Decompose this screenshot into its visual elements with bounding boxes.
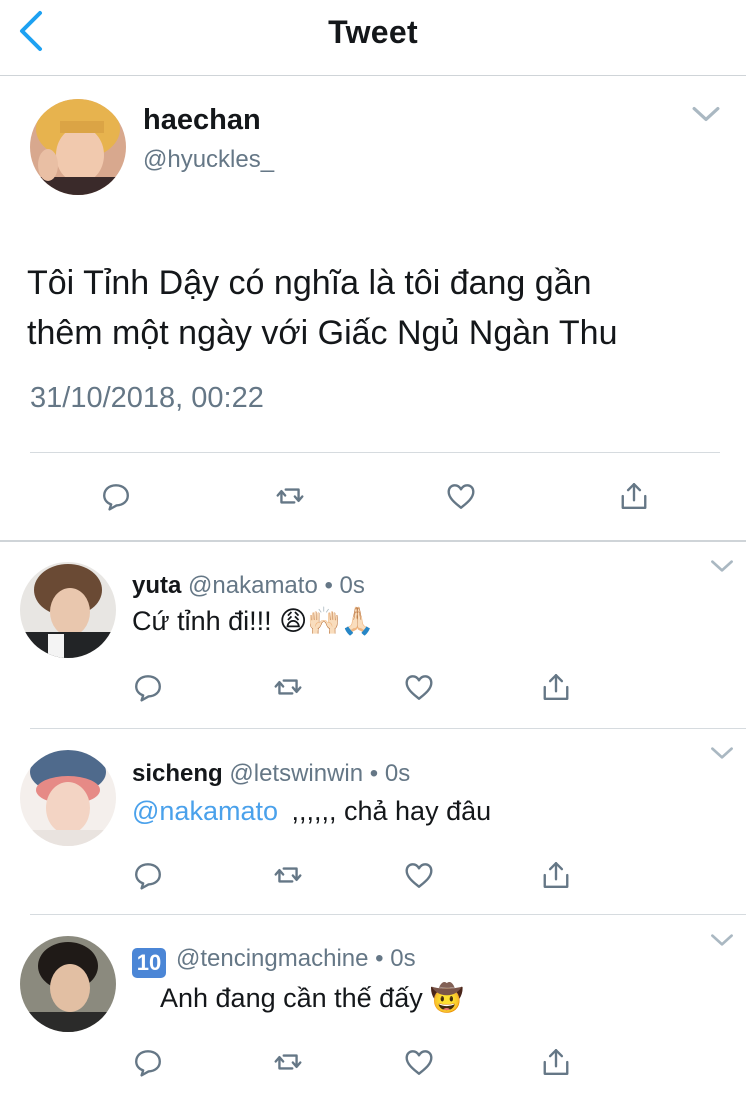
separator-dot: • — [324, 572, 333, 599]
chevron-down-icon — [710, 933, 734, 952]
author-handle[interactable]: @hyuckles_ — [143, 146, 274, 174]
reply-author-handle[interactable]: @letswinwin — [229, 760, 363, 787]
share-button[interactable] — [612, 474, 656, 518]
reply-text: Anh đang cần thế đấy 🤠 — [160, 983, 464, 1013]
reply-icon — [133, 1047, 163, 1077]
retweet-button[interactable] — [268, 474, 312, 518]
like-icon — [404, 1047, 434, 1077]
reply-text-body: ,,,,,, chả hay đâu — [291, 796, 492, 826]
like-button[interactable] — [397, 665, 441, 709]
reply-author-name[interactable]: sicheng — [132, 760, 223, 787]
avatar-tencingmachine[interactable] — [20, 936, 116, 1032]
top-bar: Tweet — [0, 0, 746, 76]
like-icon — [404, 672, 434, 702]
tweet-text-line: Tôi Tỉnh Dậy có nghĩa là tôi đang gần — [27, 264, 592, 302]
share-button[interactable] — [534, 1040, 578, 1084]
divider — [30, 914, 746, 915]
reply-button[interactable] — [126, 1040, 170, 1084]
share-icon — [619, 480, 649, 512]
reply-author-handle[interactable]: @tencingmachine — [176, 945, 368, 972]
reply-options-button[interactable] — [706, 558, 738, 578]
divider — [30, 452, 720, 453]
like-button[interactable] — [397, 853, 441, 897]
avatar-haechan[interactable] — [30, 99, 126, 195]
reply-icon — [133, 860, 163, 890]
reply-time: 0s — [390, 945, 416, 972]
reply-time: 0s — [339, 572, 365, 599]
reply-author-handle[interactable]: @nakamato — [188, 572, 318, 599]
like-icon — [404, 860, 434, 890]
share-button[interactable] — [534, 665, 578, 709]
reply-icon — [101, 481, 131, 511]
retweet-icon — [272, 860, 304, 890]
reply-header: 10 @tencingmachine • 0s — [132, 945, 416, 978]
chevron-down-icon — [692, 105, 720, 128]
tweet-options-button[interactable] — [690, 104, 722, 128]
share-icon — [541, 859, 571, 891]
section-separator — [0, 540, 746, 542]
retweet-button[interactable] — [266, 665, 310, 709]
share-button[interactable] — [534, 853, 578, 897]
share-icon — [541, 1046, 571, 1078]
chevron-down-icon — [710, 559, 734, 578]
retweet-button[interactable] — [266, 1040, 310, 1084]
keycap-ten-emoji[interactable]: 10 — [132, 948, 166, 978]
like-button[interactable] — [439, 474, 483, 518]
retweet-icon — [272, 672, 304, 702]
share-icon — [541, 671, 571, 703]
like-button[interactable] — [397, 1040, 441, 1084]
avatar-sicheng[interactable] — [20, 750, 116, 846]
reply-text: @nakamato ,,,,,, chả hay đâu — [132, 796, 491, 827]
page-title: Tweet — [328, 14, 418, 50]
reply-time: 0s — [384, 760, 411, 787]
retweet-button[interactable] — [266, 853, 310, 897]
reply-button[interactable] — [126, 853, 170, 897]
separator-dot: • — [369, 760, 379, 787]
tweet-datetime: 31/10/2018, 00:22 — [30, 382, 264, 414]
reply-button[interactable] — [126, 665, 170, 709]
reply-options-button[interactable] — [706, 932, 738, 952]
reply-button[interactable] — [94, 474, 138, 518]
tweet-text-line: thêm một ngày với Giấc Ngủ Ngàn Thu — [27, 314, 618, 352]
author-name[interactable]: haechan — [143, 104, 261, 137]
avatar-yuta[interactable] — [20, 562, 116, 658]
divider — [30, 728, 746, 729]
reply-text: Cứ tỉnh đi!!! 😩🙌🏻🙏🏻 — [132, 606, 375, 636]
reply-header: sicheng @letswinwin • 0s — [132, 760, 410, 788]
mention-link[interactable]: @nakamato — [132, 796, 278, 826]
reply-icon — [133, 672, 163, 702]
reply-options-button[interactable] — [706, 745, 738, 765]
tweet-text: Tôi Tỉnh Dậy có nghĩa là tôi đang gần th… — [27, 258, 727, 358]
retweet-icon — [272, 1047, 304, 1077]
reply-header: yuta @nakamato • 0s — [132, 572, 365, 600]
chevron-down-icon — [710, 746, 734, 765]
separator-dot: • — [375, 945, 384, 972]
retweet-icon — [274, 481, 306, 511]
like-icon — [446, 481, 476, 511]
reply-author-name[interactable]: yuta — [132, 572, 181, 599]
